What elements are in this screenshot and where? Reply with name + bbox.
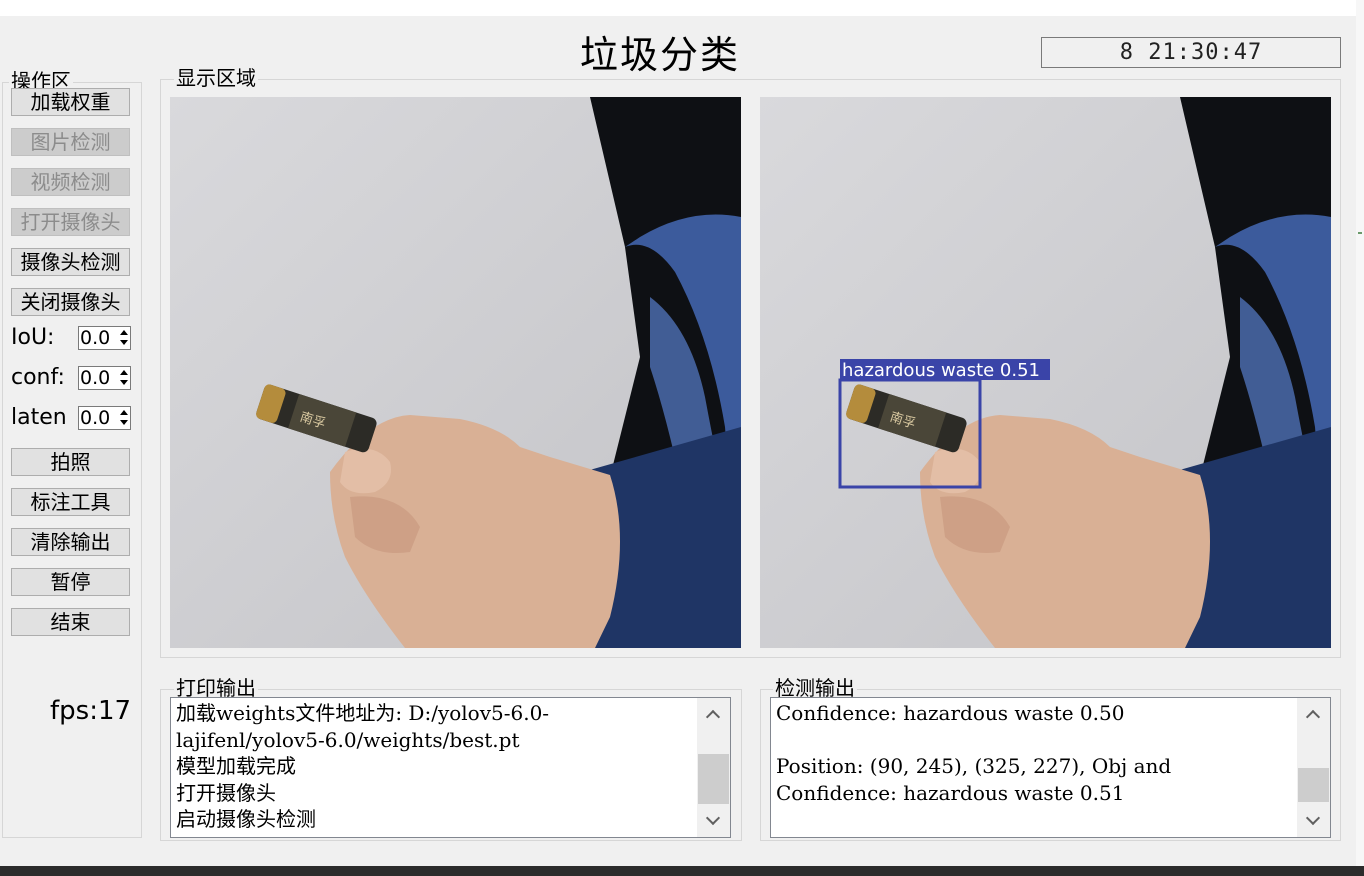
video-detect-button[interactable]: 视频检测 [11, 168, 130, 196]
close-camera-button[interactable]: 关闭摄像头 [11, 288, 130, 316]
detection-image: 南孚 hazardous waste 0.51 [760, 97, 1331, 648]
pause-button[interactable]: 暂停 [11, 568, 130, 596]
print-output-title: 打印输出 [174, 676, 258, 700]
scroll-down-icon[interactable] [1305, 810, 1321, 826]
latency-label: laten [11, 405, 67, 430]
log-line: Position: (90, 245), (325, 227), Obj and [776, 754, 1172, 778]
image-detect-button[interactable]: 图片检测 [11, 128, 130, 156]
scrollbar-thumb[interactable] [1298, 768, 1329, 802]
background-window-edge [1356, 0, 1364, 876]
scroll-up-icon[interactable] [705, 709, 721, 725]
print-output-scrollbar[interactable] [697, 698, 730, 837]
spin-arrows-icon[interactable] [117, 327, 130, 349]
spin-arrows-icon[interactable] [117, 367, 130, 389]
iou-label: IoU: [11, 325, 55, 350]
latency-spinbox[interactable]: 0.0 [78, 406, 131, 430]
fps-readout: fps:17 [50, 696, 132, 726]
print-output-textarea[interactable]: 加载weights文件地址为: D:/yolov5-6.0- lajifenl/… [170, 697, 731, 838]
detect-output-scrollbar[interactable] [1297, 698, 1330, 837]
stop-button[interactable]: 结束 [11, 608, 130, 636]
app-window: 垃圾分类 8 21:30:47 操作区 加载权重 图片检测 视频检测 打开摄像头… [0, 16, 1356, 876]
log-line: 启动摄像头检测 [176, 807, 316, 831]
log-line: Confidence: hazardous waste 0.51 [776, 780, 1125, 805]
detect-output-textarea[interactable]: Confidence: hazardous waste 0.50 Positio… [770, 697, 1331, 838]
log-line: 打开摄像头 [176, 780, 276, 805]
log-line: 模型加载完成 [176, 754, 296, 778]
annotate-tool-button[interactable]: 标注工具 [11, 488, 130, 516]
conf-label: conf: [11, 365, 65, 390]
open-camera-button[interactable]: 打开摄像头 [11, 208, 130, 236]
latency-value: 0.0 [80, 407, 111, 429]
iou-value: 0.0 [80, 327, 111, 349]
clear-output-button[interactable]: 清除输出 [11, 528, 130, 556]
load-weights-button[interactable]: 加载权重 [11, 88, 130, 116]
iou-spinbox[interactable]: 0.0 [78, 326, 131, 350]
scrollbar-thumb[interactable] [698, 754, 729, 804]
scroll-down-icon[interactable] [705, 810, 721, 826]
detection-label: hazardous waste 0.51 [842, 360, 1040, 381]
camera-detect-button[interactable]: 摄像头检测 [11, 248, 130, 276]
conf-value: 0.0 [80, 367, 111, 389]
page-title: 垃圾分类 [579, 33, 740, 77]
scroll-up-icon[interactable] [1305, 709, 1321, 725]
snapshot-button[interactable]: 拍照 [11, 448, 130, 476]
clock-display: 8 21:30:47 [1041, 37, 1341, 68]
log-line: Confidence: hazardous waste 0.50 [776, 701, 1125, 725]
log-line: 加载weights文件地址为: D:/yolov5-6.0- [176, 701, 550, 725]
edge-marker [1358, 232, 1362, 234]
detect-output-title: 检测输出 [773, 676, 857, 700]
log-line: lajifenl/yolov5-6.0/weights/best.pt [176, 727, 520, 752]
conf-spinbox[interactable]: 0.0 [78, 366, 131, 390]
source-image: 南孚 [170, 97, 741, 648]
taskbar-edge [0, 866, 1364, 876]
spin-arrows-icon[interactable] [117, 407, 130, 429]
display-group-title: 显示区域 [174, 66, 258, 90]
